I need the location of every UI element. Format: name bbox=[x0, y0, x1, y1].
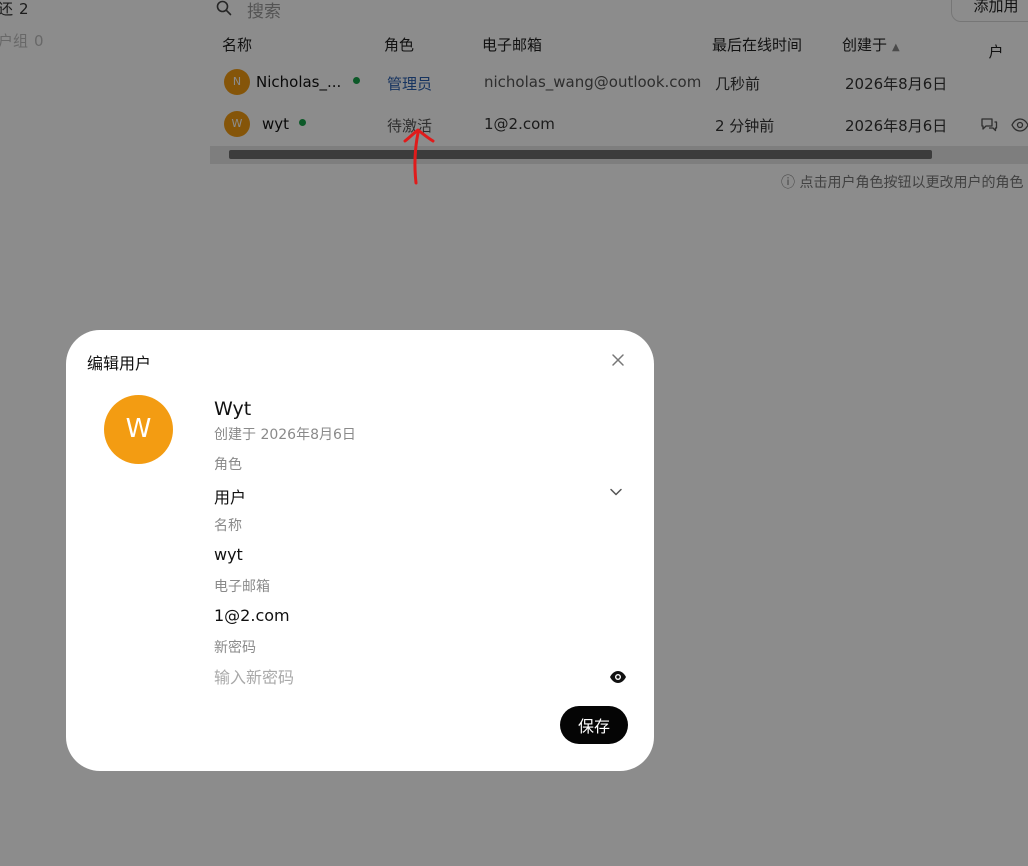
name-label: 名称 bbox=[214, 518, 242, 534]
name-field[interactable]: wyt bbox=[214, 545, 243, 564]
save-button[interactable]: 保存 bbox=[560, 706, 628, 744]
email-label: 电子邮箱 bbox=[214, 579, 270, 595]
role-value: 用户 bbox=[214, 488, 247, 507]
email-field[interactable]: 1@2.com bbox=[214, 606, 290, 625]
dialog-title: 编辑用户 bbox=[87, 354, 152, 373]
user-display-name: Wyt bbox=[214, 398, 252, 420]
edit-user-dialog: 编辑用户 W Wyt 创建于 2026年8月6日 角色 用户 名称 wyt 电子… bbox=[66, 330, 654, 771]
eye-icon[interactable] bbox=[609, 668, 627, 686]
new-password-input[interactable] bbox=[214, 664, 594, 690]
chevron-down-icon[interactable] bbox=[609, 485, 623, 499]
created-date: 创建于 2026年8月6日 bbox=[214, 427, 356, 443]
role-select[interactable]: 用户 bbox=[214, 480, 626, 508]
close-icon[interactable] bbox=[610, 352, 626, 368]
role-label: 角色 bbox=[214, 457, 242, 473]
password-label: 新密码 bbox=[214, 640, 256, 656]
avatar: W bbox=[104, 395, 173, 464]
